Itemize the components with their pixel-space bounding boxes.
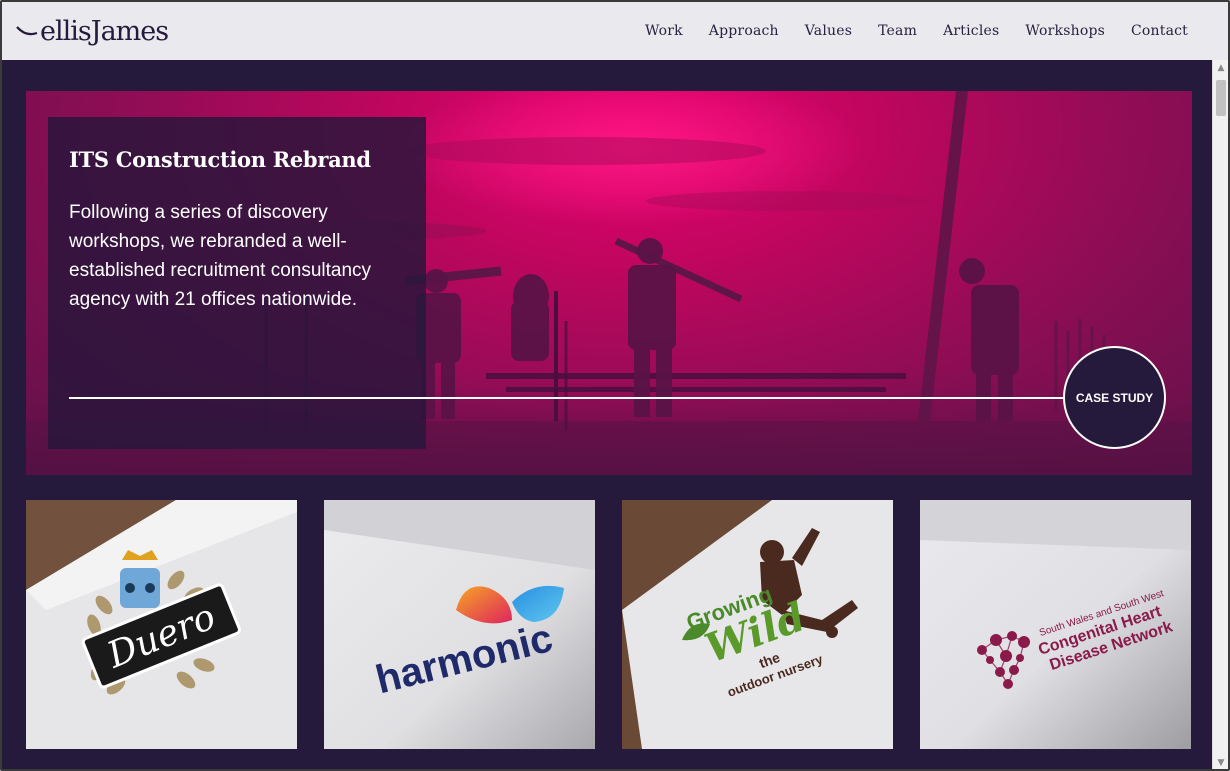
main-nav: Work Approach Values Team Articles Works… [645,23,1188,39]
congenital-heart-mockup-image: South Wales and South West Congenital He… [920,500,1191,749]
portfolio-tile-growing-wild[interactable]: Growing Wild the outdoor nursery [622,500,893,749]
hero-title: ITS Construction Rebrand [69,147,371,172]
site-header: ellisJames Work Approach Values Team Art… [2,2,1228,60]
featured-case-study[interactable]: ITS Construction Rebrand Following a ser… [26,91,1192,475]
portfolio-tile-harmonic[interactable]: harmonic [324,500,595,749]
logo-swoosh-icon [16,26,38,36]
nav-item-workshops[interactable]: Workshops [1025,23,1105,39]
nav-item-values[interactable]: Values [805,23,852,39]
hero-description: Following a series of discovery workshop… [69,202,372,310]
site-logo[interactable]: ellisJames [16,15,169,47]
nav-item-contact[interactable]: Contact [1131,23,1188,39]
portfolio-tile-congenital-heart[interactable]: South Wales and South West Congenital He… [920,500,1191,749]
nav-item-team[interactable]: Team [878,23,917,39]
hero-text-panel: ITS Construction Rebrand Following a ser… [48,117,426,449]
duero-mockup-image: Duero [26,500,297,749]
browser-window: ellisJames Work Approach Values Team Art… [0,0,1230,771]
page-scrollbar[interactable]: ▲ ▼ [1212,60,1228,769]
nav-item-work[interactable]: Work [645,23,683,39]
logo-text: ellisJames [40,15,169,47]
scroll-up-arrow-icon[interactable]: ▲ [1213,60,1228,76]
nav-item-articles[interactable]: Articles [943,23,999,39]
growing-wild-mockup-image: Growing Wild the outdoor nursery [622,500,893,749]
hero-divider-line [69,397,1069,399]
nav-item-approach[interactable]: Approach [709,23,779,39]
scroll-down-arrow-icon[interactable]: ▼ [1213,755,1228,769]
portfolio-tile-duero[interactable]: Duero [26,500,297,749]
case-study-button[interactable]: CASE STUDY [1063,346,1166,449]
harmonic-mockup-image: harmonic [324,500,595,749]
scroll-thumb[interactable] [1216,80,1226,116]
